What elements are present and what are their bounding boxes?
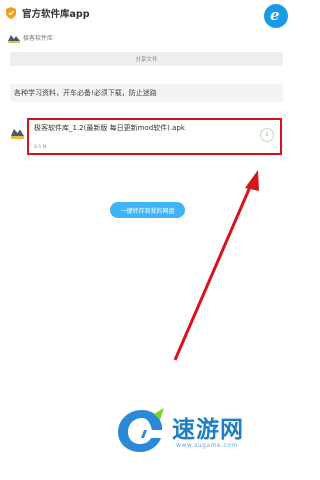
save-to-drive-label: 一键转存到我的网盘 <box>120 208 175 215</box>
download-button[interactable]: ↓ <box>260 128 274 142</box>
save-to-drive-button[interactable]: 一键转存到我的网盘 <box>110 202 185 218</box>
apk-file-icon <box>11 129 24 139</box>
file-item[interactable]: 极客软件库_1.2(最新版 每日更新mod软件).apk 8.5 M ↓ <box>27 118 282 155</box>
browser-logo-icon[interactable]: e <box>264 4 288 28</box>
watermark-site-name: 速游网 <box>172 417 244 443</box>
sharer-name: 极客软件库 <box>23 35 54 42</box>
share-description: 各种学习资料，开车必备!必须下载，防止迷路 <box>10 84 283 102</box>
shield-icon <box>6 7 16 19</box>
watermark-site-url: www.sugame.com <box>176 442 238 449</box>
share-header-label: 分享文件 <box>135 57 158 63</box>
share-description-text: 各种学习资料，开车必备!必须下载，防止迷路 <box>14 89 157 97</box>
download-icon: ↓ <box>264 130 270 138</box>
watermark-logo <box>118 408 164 452</box>
share-header: 分享文件 <box>10 52 283 66</box>
file-size: 8.5 M <box>34 145 47 150</box>
app-title: 官方软件库app <box>22 9 90 20</box>
sharer-avatar <box>8 35 20 43</box>
file-name: 极客软件库_1.2(最新版 每日更新mod软件).apk <box>34 124 185 132</box>
